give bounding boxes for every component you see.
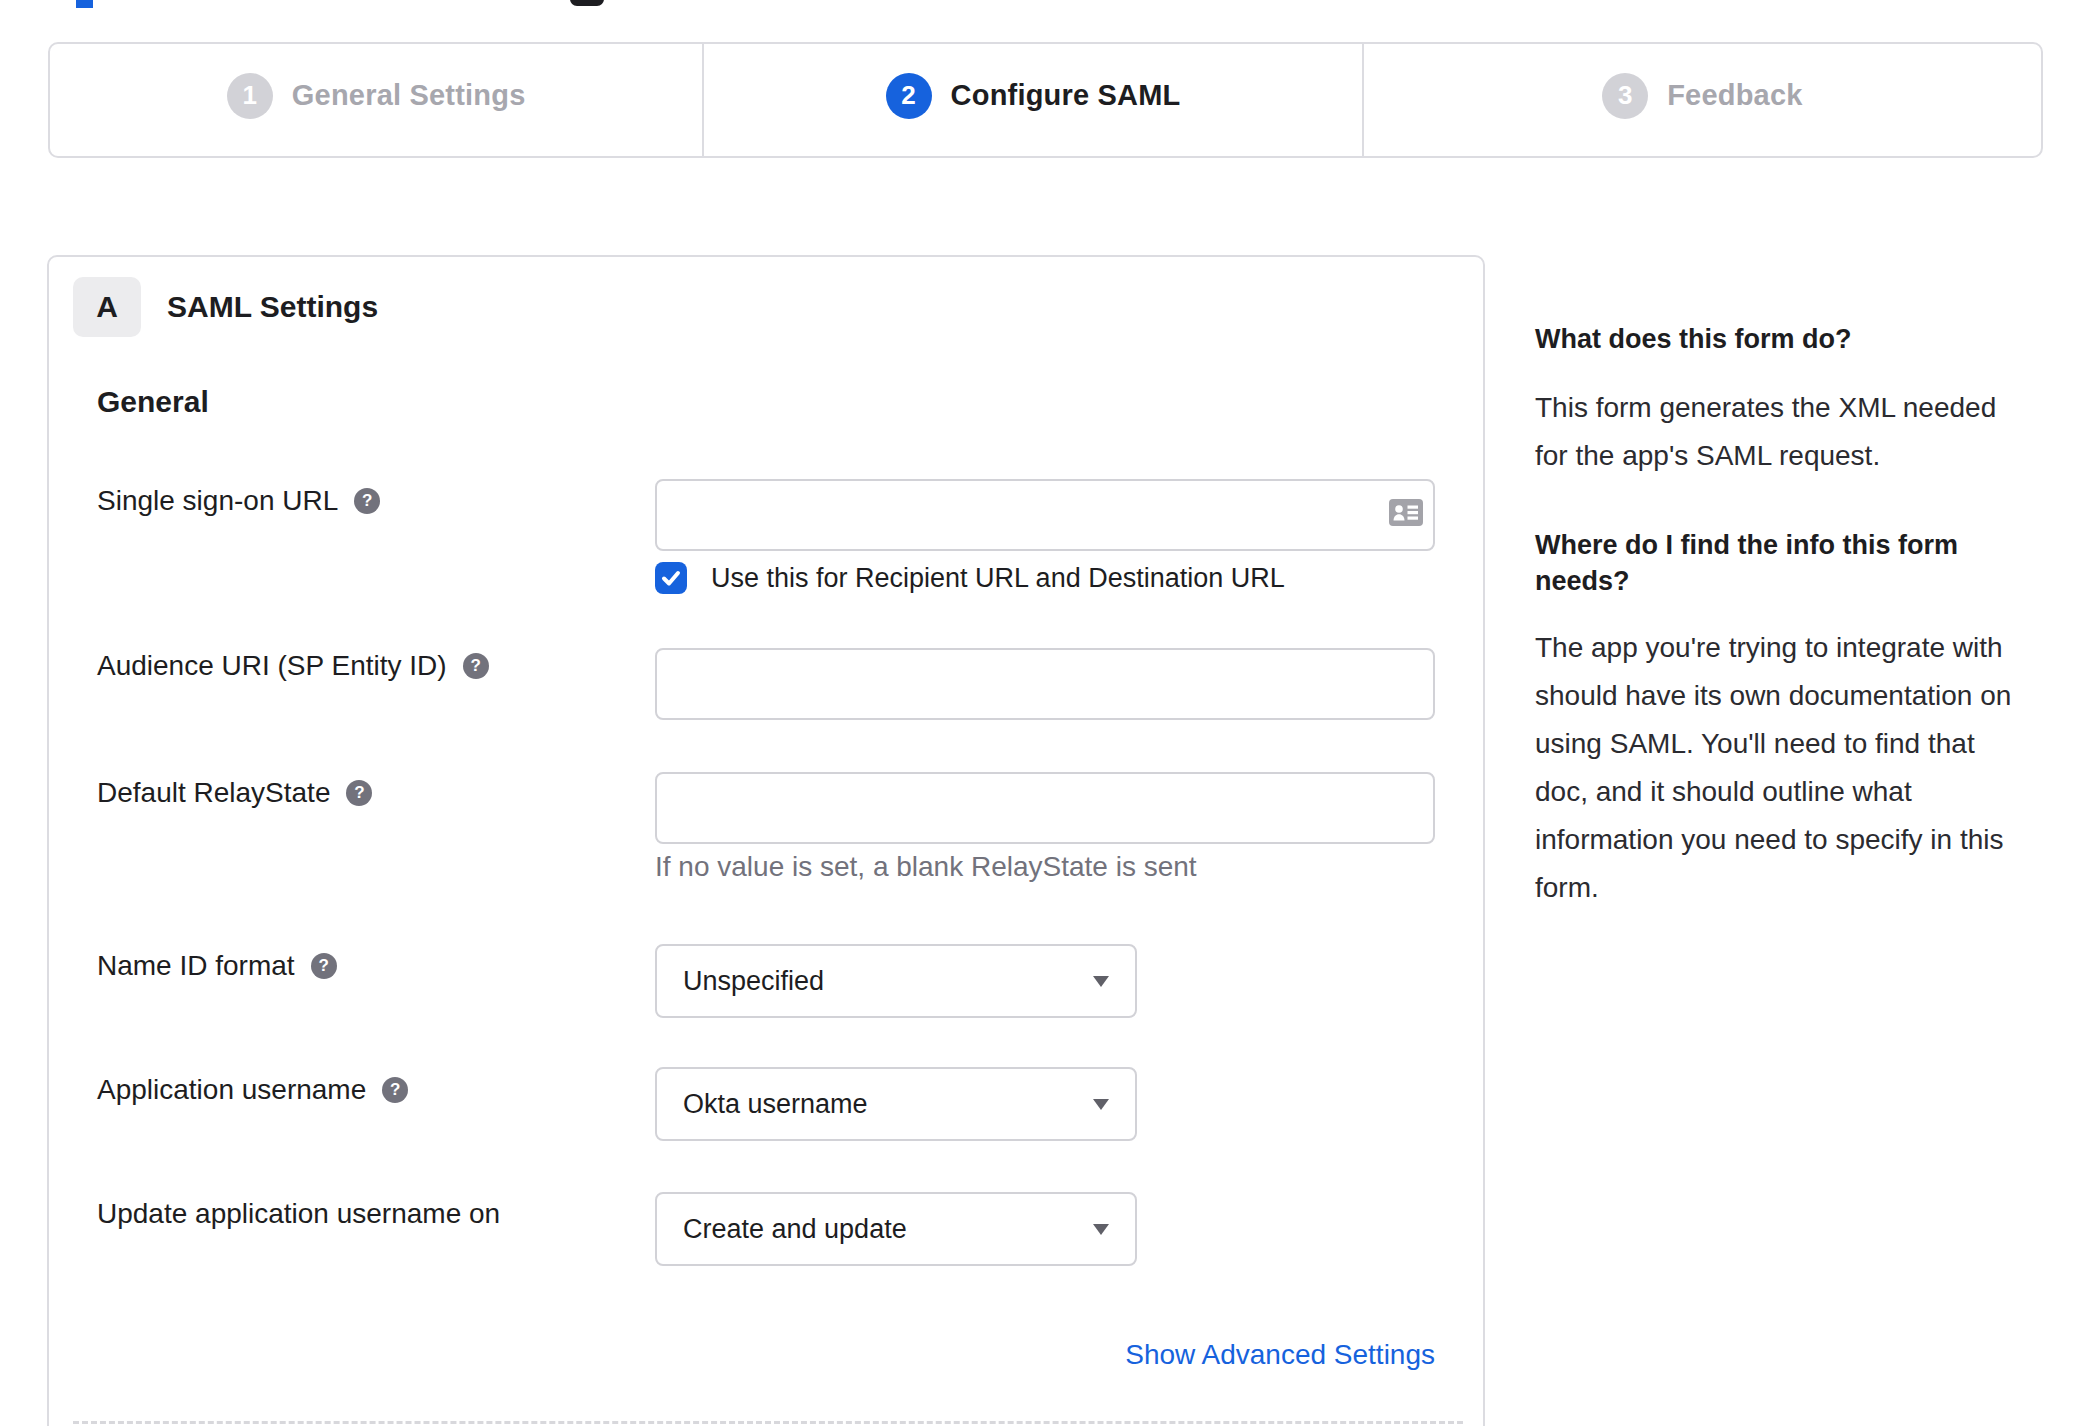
recipient-url-checkbox-label: Use this for Recipient URL and Destinati… [711, 563, 1285, 594]
relaystate-input[interactable] [655, 772, 1435, 844]
audience-uri-label: Audience URI (SP Entity ID) ? [97, 649, 489, 683]
recipient-url-checkbox[interactable] [655, 562, 687, 594]
nameid-format-value: Unspecified [683, 966, 824, 997]
sidebar-answer-2: The app you're trying to integrate withs… [1535, 624, 2011, 912]
sidebar-question-2: Where do I find the info this formneeds? [1535, 527, 1958, 599]
sso-url-label-text: Single sign-on URL [97, 484, 338, 518]
show-advanced-settings-link[interactable]: Show Advanced Settings [655, 1339, 1435, 1371]
saml-settings-panel: A SAML Settings General Single sign-on U… [47, 255, 1485, 1426]
sso-url-help-icon[interactable]: ? [354, 488, 380, 514]
update-username-select[interactable]: Create and update [655, 1192, 1137, 1266]
dropdown-caret-icon [1093, 976, 1109, 987]
step-2-label: Configure SAML [951, 79, 1181, 112]
audience-uri-help-icon[interactable]: ? [463, 653, 489, 679]
audience-uri-label-text: Audience URI (SP Entity ID) [97, 649, 447, 683]
relaystate-help-icon[interactable]: ? [346, 780, 372, 806]
advanced-section-divider [73, 1421, 1463, 1424]
step-1-circle: 1 [227, 73, 273, 119]
sso-url-input[interactable] [655, 479, 1435, 551]
sidebar-answer-1: This form generates the XML neededfor th… [1535, 384, 1996, 480]
nameid-format-label-text: Name ID format [97, 949, 295, 983]
general-group-title: General [97, 385, 209, 419]
dropdown-caret-icon [1093, 1099, 1109, 1110]
section-a-badge: A [73, 277, 141, 337]
dropdown-caret-icon [1093, 1224, 1109, 1235]
app-username-label: Application username ? [97, 1073, 408, 1107]
nameid-format-help-icon[interactable]: ? [311, 953, 337, 979]
update-username-label: Update application username on [97, 1197, 500, 1231]
sso-url-label: Single sign-on URL ? [97, 484, 380, 518]
nameid-format-select[interactable]: Unspecified [655, 944, 1137, 1018]
step-2-circle: 2 [886, 73, 932, 119]
section-title: SAML Settings [167, 291, 378, 323]
sidebar-question-1: What does this form do? [1535, 321, 1852, 357]
clipped-tab-indicator [76, 0, 93, 8]
update-username-label-text: Update application username on [97, 1197, 500, 1231]
audience-uri-input[interactable] [655, 648, 1435, 720]
relaystate-helper-text: If no value is set, a blank RelayState i… [655, 851, 1197, 883]
app-username-select[interactable]: Okta username [655, 1067, 1137, 1141]
app-username-label-text: Application username [97, 1073, 366, 1107]
app-username-help-icon[interactable]: ? [382, 1077, 408, 1103]
update-username-value: Create and update [683, 1214, 907, 1245]
configure-saml-page: 1 General Settings 2 Configure SAML 3 Fe… [0, 0, 2092, 1426]
relaystate-label-text: Default RelayState [97, 776, 330, 810]
nameid-format-label: Name ID format ? [97, 949, 337, 983]
recipient-url-checkbox-row: Use this for Recipient URL and Destinati… [655, 562, 1285, 594]
relaystate-label: Default RelayState ? [97, 776, 372, 810]
step-1-label: General Settings [292, 79, 526, 112]
step-configure-saml[interactable]: 2 Configure SAML [702, 44, 1361, 156]
help-sidebar: What does this form do? This form genera… [1535, 0, 2055, 1426]
app-username-value: Okta username [683, 1089, 868, 1120]
clipped-toggle [570, 0, 604, 6]
step-general-settings[interactable]: 1 General Settings [50, 44, 702, 156]
contact-card-icon [1389, 499, 1423, 526]
